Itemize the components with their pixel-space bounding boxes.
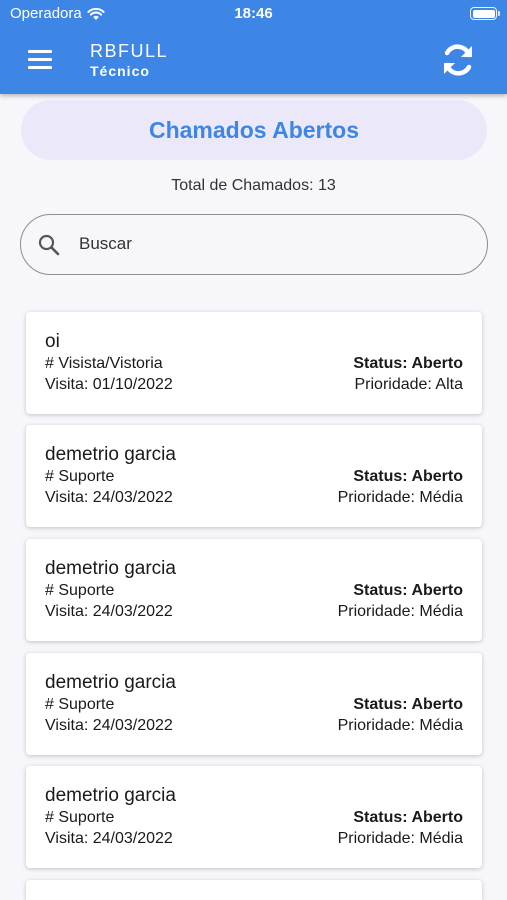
ticket-priority: Prioridade: Média (337, 603, 463, 620)
app-bar: Operadora 18:46 RBFULL Técnico (0, 0, 507, 94)
ticket-priority: Prioridade: Média (337, 830, 463, 847)
search-input[interactable] (79, 225, 469, 263)
status-time: 18:46 (234, 5, 273, 22)
ticket-type: # Visista/Vistoria (45, 355, 163, 372)
ticket-client-name: oi (45, 331, 60, 352)
refresh-icon (444, 44, 472, 76)
ticket-visit-date: Visita: 24/03/2022 (45, 489, 173, 506)
ticket-status: Status: Aberto (353, 809, 463, 826)
page-title: Chamados Abertos (148, 116, 360, 143)
ticket-client-name: demetrio garcia (45, 785, 176, 806)
ticket-type: # Suporte (45, 582, 115, 599)
menu-button[interactable] (28, 46, 56, 72)
ticket-status: Status: Aberto (353, 696, 463, 713)
battery-icon (470, 7, 500, 20)
ticket-priority: Prioridade: Alta (354, 376, 463, 393)
ticket-visit-date: Visita: 24/03/2022 (45, 717, 173, 734)
ticket-client-name: demetrio garcia (45, 672, 176, 693)
ticket-type: # Suporte (45, 696, 115, 713)
ticket-priority: Prioridade: Média (337, 489, 463, 506)
ticket-status: Status: Aberto (353, 582, 463, 599)
search-icon (38, 234, 60, 256)
ticket-visit-date: Visita: 01/10/2022 (45, 376, 173, 393)
ticket-client-name: demetrio garcia (45, 444, 176, 465)
menu-icon (28, 49, 52, 53)
ticket-status: Status: Aberto (353, 468, 463, 485)
ticket-card[interactable]: demetrio garcia # Suporte Visita: 24/03/… (26, 539, 482, 641)
ticket-card[interactable]: demetrio garcia # Suporte Visita: 24/03/… (26, 653, 482, 755)
ticket-client-name: demetrio garcia (45, 558, 176, 579)
app-subtitle: Técnico (90, 63, 150, 79)
ticket-card[interactable]: demetrio garcia # Suporte Visita: 24/03/… (26, 425, 482, 527)
ticket-priority: Prioridade: Média (337, 717, 463, 734)
ticket-status: Status: Aberto (353, 355, 463, 372)
ticket-visit-date: Visita: 24/03/2022 (45, 830, 173, 847)
ticket-type: # Suporte (45, 468, 115, 485)
search-bar[interactable] (20, 214, 488, 275)
ticket-visit-date: Visita: 24/03/2022 (45, 603, 173, 620)
page-title-banner: Chamados Abertos (21, 100, 487, 160)
app-title: RBFULL (90, 41, 169, 61)
ticket-card[interactable]: oi # Visista/Vistoria Visita: 01/10/2022… (26, 312, 482, 414)
ticket-card[interactable]: demetrio garcia # Suporte Visita: 24/03/… (26, 766, 482, 868)
status-bar: Operadora 18:46 (0, 0, 507, 28)
ticket-type: # Suporte (45, 809, 115, 826)
refresh-button[interactable] (439, 42, 477, 78)
total-count: Total de Chamados: 13 (171, 177, 336, 194)
ticket-card-partial[interactable] (26, 880, 482, 900)
